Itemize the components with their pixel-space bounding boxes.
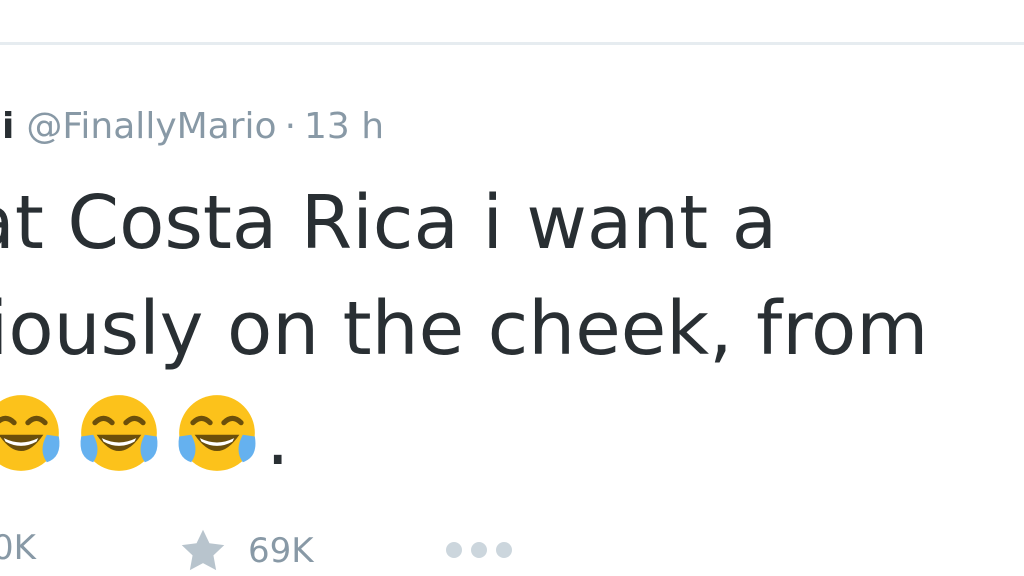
author-name[interactable]: i (2, 106, 14, 147)
emoji-row: . (0, 386, 290, 476)
author-handle[interactable]: @FinallyMario (26, 106, 276, 147)
header-separator: · (284, 105, 297, 147)
timeline-divider (0, 42, 1024, 45)
face-with-tears-of-joy-icon (0, 395, 60, 471)
favorite-button[interactable]: 69K (178, 526, 314, 576)
face-with-tears-of-joy-icon (80, 395, 158, 471)
tweet-header: i @FinallyMario · 13 h (0, 98, 384, 154)
favorite-count: 69K (248, 531, 314, 571)
tweet-period: . (266, 396, 290, 482)
tweet-actions: 0K 69K (0, 522, 1024, 576)
retweet-count[interactable]: 0K (0, 528, 36, 568)
tweet-viewport: i @FinallyMario · 13 h eat Costa Rica i … (0, 0, 1024, 576)
star-icon[interactable] (178, 526, 228, 576)
tweet-timestamp[interactable]: 13 h (304, 106, 384, 147)
face-with-tears-of-joy-icon (178, 395, 256, 471)
tweet-text-line: eat Costa Rica i want a (0, 180, 778, 266)
more-icon[interactable] (444, 540, 514, 560)
tweet-text: eat Costa Rica i want a viously on the c… (0, 170, 1024, 382)
tweet-text-line: viously on the cheek, from (0, 286, 929, 372)
